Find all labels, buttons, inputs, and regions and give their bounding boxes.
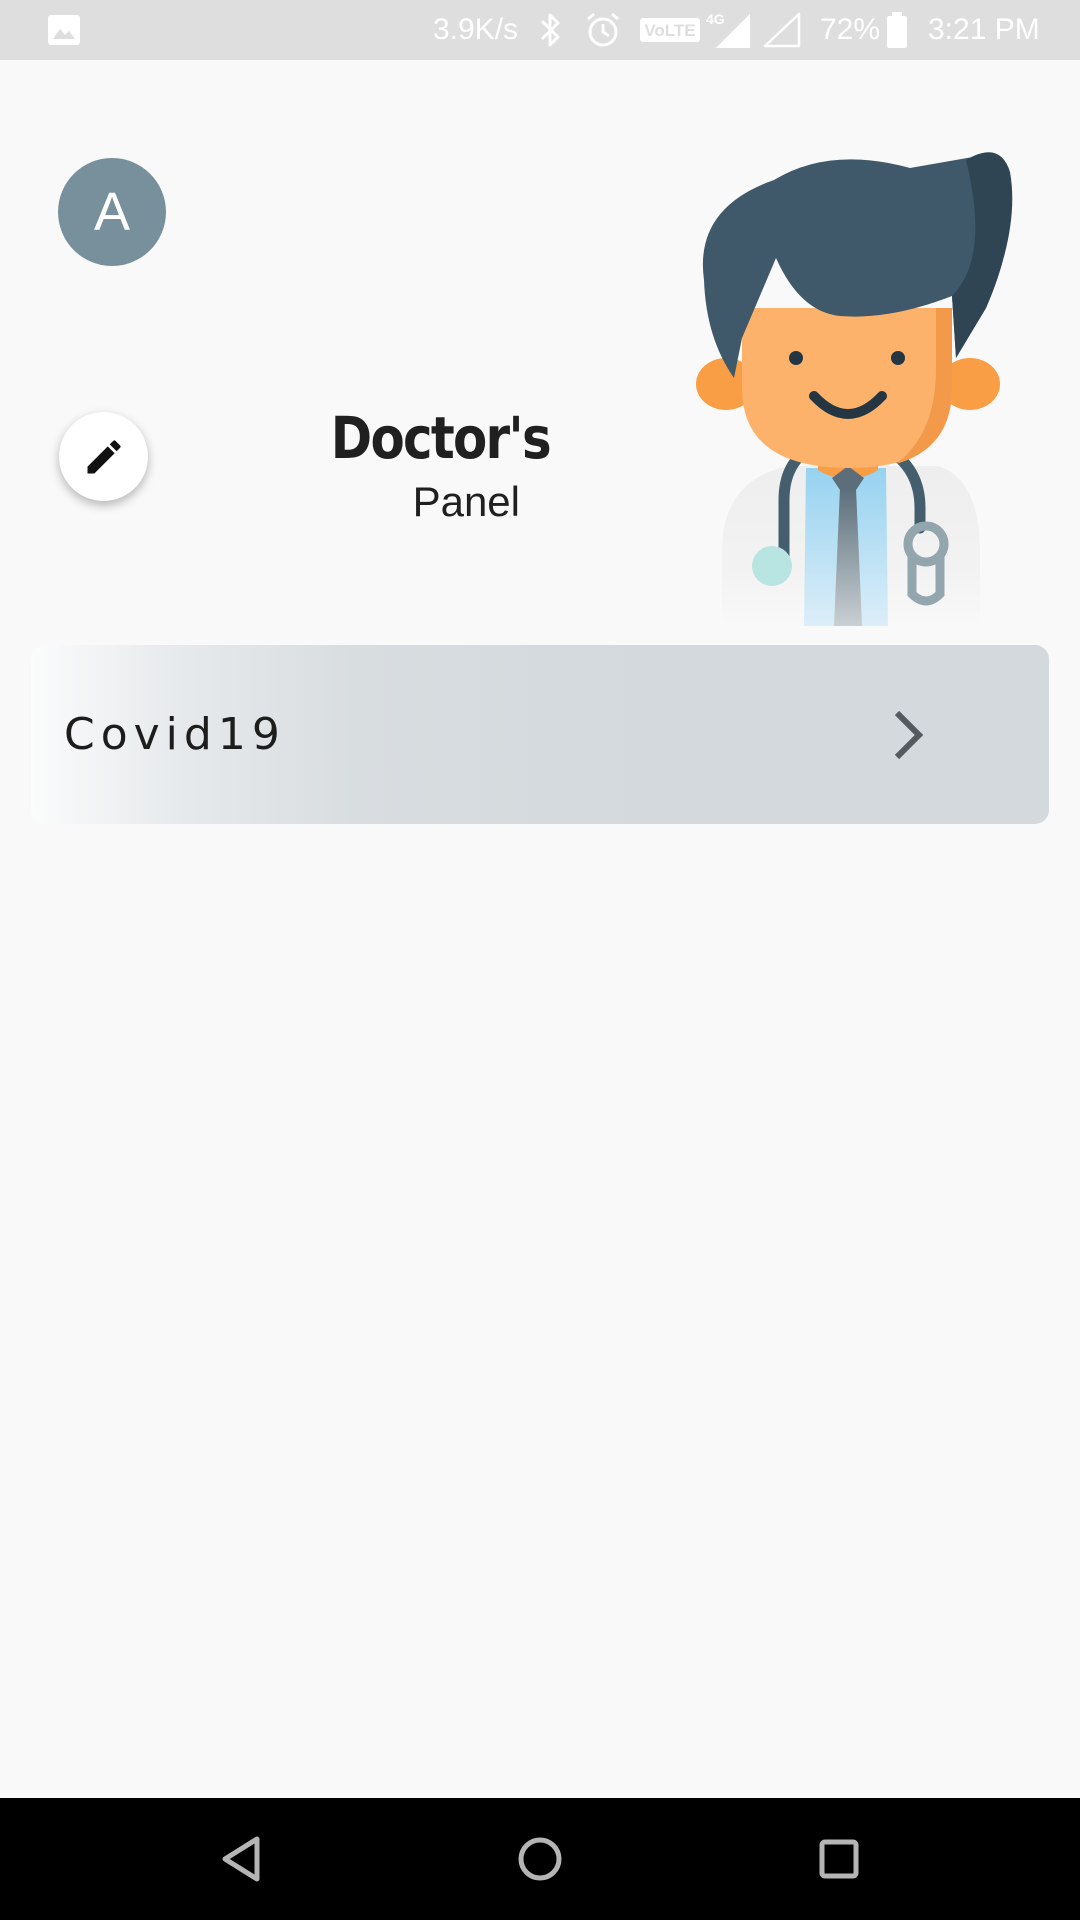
- volte-label: VoLTE: [644, 21, 695, 40]
- edit-button[interactable]: [59, 412, 148, 501]
- doctor-illustration: [696, 152, 1013, 626]
- network-speed: 3.9K/s: [433, 13, 519, 46]
- chevron-right-icon: [894, 710, 924, 760]
- category-card-covid19[interactable]: Covid19: [31, 645, 1049, 824]
- back-button[interactable]: [210, 1828, 272, 1890]
- pencil-icon: [87, 439, 121, 473]
- volte-icon: VoLTE: [640, 0, 700, 60]
- avatar[interactable]: A: [58, 158, 166, 266]
- category-label: Covid19: [64, 709, 286, 760]
- recents-button[interactable]: [808, 1828, 870, 1890]
- navigation-bar: [0, 1798, 1080, 1920]
- battery-icon: [886, 0, 908, 60]
- doctor-panel-screen: 3.9K/s VoLTE 4G 72% 3:21 PM A Doctor's P…: [0, 0, 1080, 1920]
- signal-empty-icon: [763, 0, 801, 60]
- network-type: 4G: [706, 11, 725, 27]
- bluetooth-icon: [538, 0, 564, 60]
- battery-percent: 72%: [820, 13, 881, 46]
- home-icon: [518, 1837, 562, 1881]
- page-subtitle: Panel: [412, 478, 520, 525]
- gallery-icon: [48, 0, 80, 60]
- signal-4g-icon: 4G: [706, 0, 752, 60]
- back-icon: [222, 1836, 260, 1882]
- recents-icon: [819, 1839, 859, 1879]
- status-bar: 3.9K/s VoLTE 4G 72% 3:21 PM: [0, 0, 1080, 60]
- page-title: Doctor's: [330, 404, 552, 472]
- home-button[interactable]: [509, 1828, 571, 1890]
- alarm-icon: [584, 0, 622, 60]
- clock-time: 3:21 PM: [928, 13, 1040, 46]
